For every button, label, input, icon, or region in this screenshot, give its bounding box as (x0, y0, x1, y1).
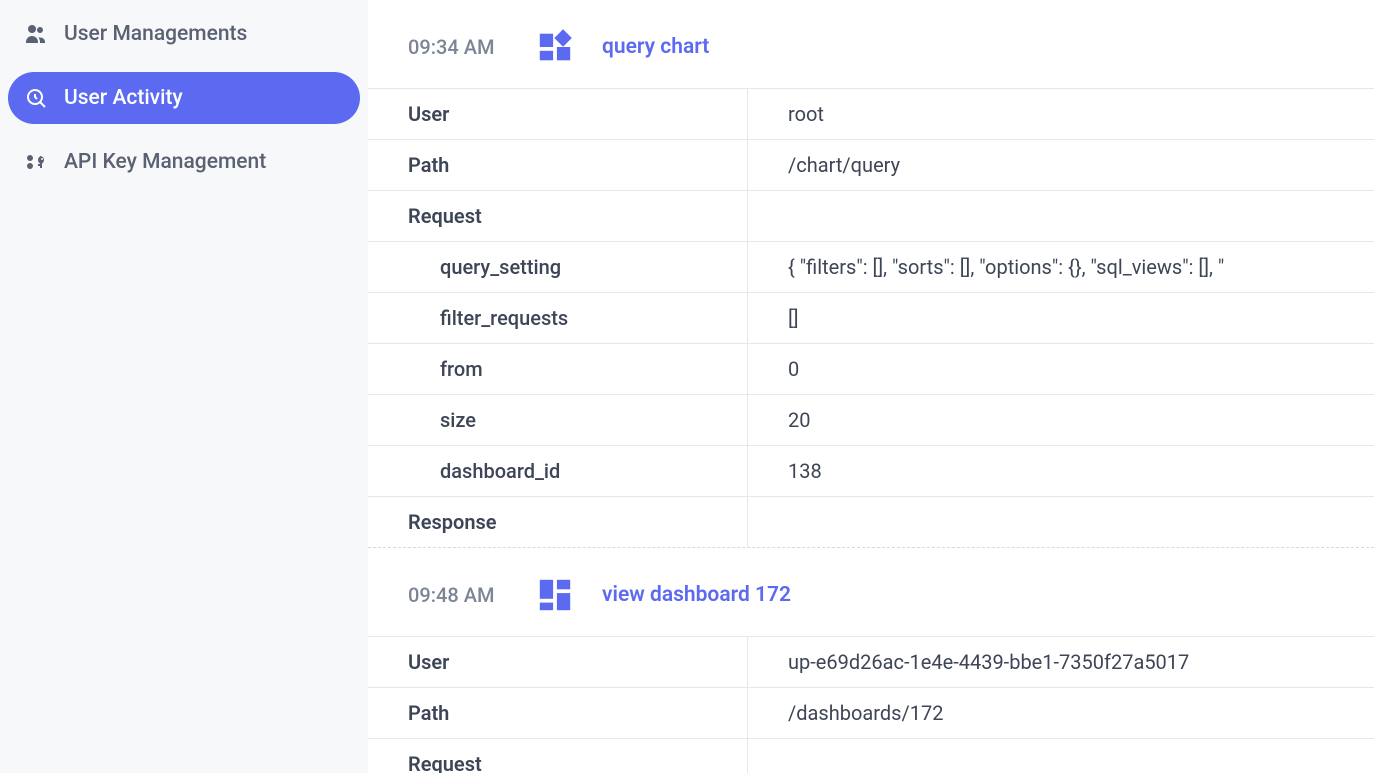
sidebar-item-label: API Key Management (64, 150, 266, 174)
activity-icon (24, 86, 48, 110)
sidebar-item-label: User Managements (64, 22, 247, 46)
detail-key: Request (368, 191, 748, 241)
table-row: Request (368, 738, 1374, 773)
detail-value: up-e69d26ac-1e4e-4439-bbe1-7350f27a5017 (748, 637, 1374, 687)
table-row: Response (368, 496, 1374, 548)
detail-table: User up-e69d26ac-1e4e-4439-bbe1-7350f27a… (368, 636, 1374, 773)
entry-time: 09:48 AM (408, 583, 508, 607)
entry-title-link[interactable]: query chart (602, 35, 709, 59)
detail-key: Path (368, 688, 748, 738)
table-row: size 20 (368, 394, 1374, 445)
detail-value: 138 (748, 446, 1374, 496)
chart-icon (536, 28, 574, 66)
detail-key: Request (368, 739, 748, 773)
table-row: User up-e69d26ac-1e4e-4439-bbe1-7350f27a… (368, 636, 1374, 687)
detail-value (748, 739, 1374, 773)
detail-value: root (748, 89, 1374, 139)
detail-key: dashboard_id (368, 446, 748, 496)
detail-value: { "filters": [], "sorts": [], "options":… (748, 242, 1374, 292)
entry-header: 09:48 AM view dashboard 172 (368, 576, 1374, 636)
detail-table: User root Path /chart/query Request quer… (368, 88, 1374, 548)
detail-key: size (368, 395, 748, 445)
table-row: Path /dashboards/172 (368, 687, 1374, 738)
table-row: Path /chart/query (368, 139, 1374, 190)
detail-value: 0 (748, 344, 1374, 394)
main-content: 09:34 AM query chart User root Path /cha… (368, 0, 1374, 773)
activity-entry: 09:48 AM view dashboard 172 User up-e69d… (368, 548, 1374, 773)
detail-key: filter_requests (368, 293, 748, 343)
detail-key: User (368, 637, 748, 687)
detail-key: from (368, 344, 748, 394)
sidebar-item-label: User Activity (64, 86, 183, 110)
detail-value (748, 497, 1374, 547)
dashboard-icon (536, 576, 574, 614)
table-row: filter_requests [] (368, 292, 1374, 343)
table-row: dashboard_id 138 (368, 445, 1374, 496)
detail-value: /dashboards/172 (748, 688, 1374, 738)
sidebar-item-user-managements[interactable]: User Managements (8, 8, 360, 60)
activity-entry: 09:34 AM query chart User root Path /cha… (368, 0, 1374, 548)
detail-value: [] (748, 293, 1374, 343)
entry-header: 09:34 AM query chart (368, 28, 1374, 88)
entry-title-link[interactable]: view dashboard 172 (602, 583, 791, 607)
sidebar: User Managements User Activity API Key M… (0, 0, 368, 773)
detail-value: 20 (748, 395, 1374, 445)
detail-key: query_setting (368, 242, 748, 292)
table-row: query_setting { "filters": [], "sorts": … (368, 241, 1374, 292)
table-row: User root (368, 88, 1374, 139)
users-icon (24, 22, 48, 46)
detail-key: Response (368, 497, 748, 547)
table-row: from 0 (368, 343, 1374, 394)
table-row: Request (368, 190, 1374, 241)
detail-key: User (368, 89, 748, 139)
detail-key: Path (368, 140, 748, 190)
detail-value: /chart/query (748, 140, 1374, 190)
api-key-icon (24, 150, 48, 174)
detail-value (748, 191, 1374, 241)
sidebar-item-user-activity[interactable]: User Activity (8, 72, 360, 124)
entry-time: 09:34 AM (408, 35, 508, 59)
sidebar-item-api-key-management[interactable]: API Key Management (8, 136, 360, 188)
